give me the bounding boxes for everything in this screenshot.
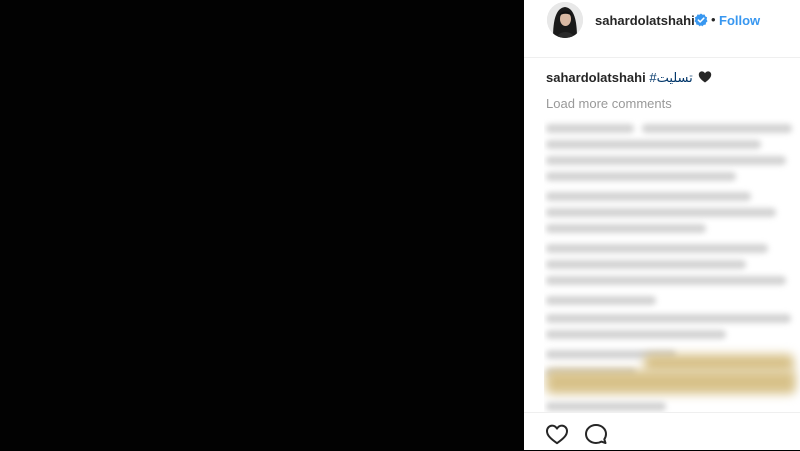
avatar[interactable] [547, 2, 583, 38]
black-heart-emoji-icon [699, 71, 712, 83]
post-header: sahardolatshahi • Follow [524, 0, 800, 42]
verified-badge-icon [694, 13, 708, 27]
heart-outline-icon[interactable] [545, 423, 569, 445]
post-caption: sahardolatshahi #تسلیت [546, 70, 712, 86]
header-username[interactable]: sahardolatshahi [595, 13, 695, 28]
post-actions-bar [524, 412, 800, 451]
blurred-comments [544, 118, 800, 413]
caption-username[interactable]: sahardolatshahi [546, 70, 646, 85]
header-separator: • [711, 12, 716, 27]
caption-hashtag[interactable]: #تسلیت [649, 70, 692, 85]
speech-bubble-icon[interactable] [584, 423, 608, 445]
post-media[interactable] [0, 0, 524, 450]
post-side-panel: sahardolatshahi • Follow sahardolatshahi… [524, 0, 800, 450]
follow-button[interactable]: Follow [719, 13, 760, 28]
header-divider [524, 57, 800, 58]
load-more-comments-link[interactable]: Load more comments [546, 96, 672, 111]
profile-photo-icon [547, 2, 583, 38]
